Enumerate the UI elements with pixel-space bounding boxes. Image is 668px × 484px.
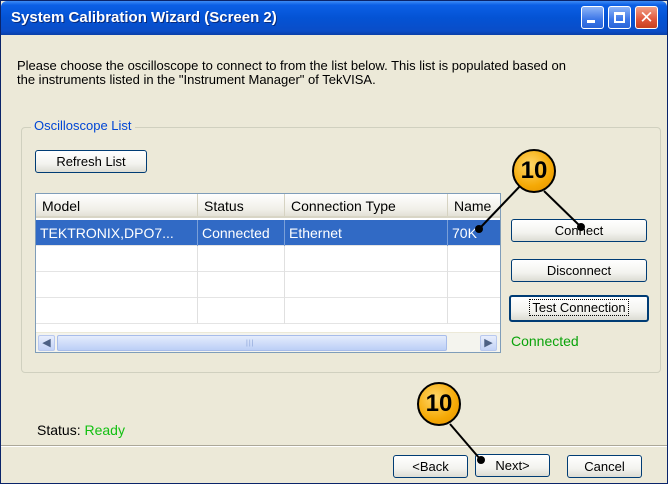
cell-status: Connected [198, 220, 285, 246]
maximize-button[interactable] [608, 6, 631, 29]
test-connection-label: Test Connection [529, 299, 629, 316]
oscilloscope-table: Model Status Connection Type Name TEKTRO… [35, 193, 501, 353]
back-button[interactable]: <Back [393, 455, 468, 478]
grip-icon: ||| [246, 340, 255, 347]
callout-badge-top: 10 [512, 149, 556, 193]
bottom-divider [1, 445, 667, 447]
table-header: Model Status Connection Type Name [36, 194, 500, 218]
empty-table-row[interactable] [36, 272, 500, 298]
cancel-button[interactable]: Cancel [567, 455, 642, 478]
connection-status-text: Connected [511, 333, 579, 349]
table-row[interactable]: TEKTRONIX,DPO7... Connected Ethernet 70K [36, 220, 500, 246]
cell-name: 70K [448, 220, 500, 246]
maximize-icon [614, 12, 625, 23]
empty-cell [198, 272, 285, 298]
group-label: Oscilloscope List [31, 118, 135, 133]
wizard-window: System Calibration Wizard (Screen 2) ✕ P… [0, 0, 668, 484]
empty-cell [448, 298, 500, 324]
empty-cell [448, 272, 500, 298]
connect-button[interactable]: Connect [511, 219, 647, 242]
column-header-model[interactable]: Model [36, 194, 198, 216]
empty-cell [448, 246, 500, 272]
status-bar: Status: Ready [37, 422, 125, 438]
empty-cell [198, 298, 285, 324]
column-header-name[interactable]: Name [448, 194, 500, 216]
disconnect-button[interactable]: Disconnect [511, 259, 647, 282]
status-label: Status: [37, 422, 81, 438]
empty-cell [198, 246, 285, 272]
test-connection-button[interactable]: Test Connection [509, 295, 649, 322]
minimize-button[interactable] [581, 6, 604, 29]
next-button[interactable]: Next> [475, 454, 550, 477]
empty-cell [285, 298, 448, 324]
refresh-list-button[interactable]: Refresh List [35, 150, 147, 173]
window-title: System Calibration Wizard (Screen 2) [11, 9, 277, 26]
close-icon: ✕ [639, 8, 654, 27]
empty-cell [36, 298, 198, 324]
empty-cell [285, 246, 448, 272]
horizontal-scrollbar[interactable]: ◀ ||| ▶ [36, 332, 500, 352]
empty-table-row[interactable] [36, 246, 500, 272]
empty-cell [36, 246, 198, 272]
column-header-status[interactable]: Status [198, 194, 285, 216]
title-bar[interactable]: System Calibration Wizard (Screen 2) ✕ [1, 1, 667, 35]
callout-badge-bottom: 10 [417, 382, 461, 426]
minimize-icon [587, 20, 595, 23]
scroll-right-icon[interactable]: ▶ [480, 335, 497, 351]
cell-connection-type: Ethernet [285, 220, 448, 246]
status-value: Ready [84, 422, 125, 438]
empty-cell [36, 272, 198, 298]
scroll-left-icon[interactable]: ◀ [38, 335, 55, 351]
empty-table-row[interactable] [36, 298, 500, 324]
close-button[interactable]: ✕ [635, 6, 658, 29]
column-header-connection-type[interactable]: Connection Type [285, 194, 448, 216]
intro-text: Please choose the oscilloscope to connec… [17, 58, 566, 87]
scrollbar-thumb[interactable]: ||| [57, 335, 447, 351]
cell-model: TEKTRONIX,DPO7... [36, 220, 198, 246]
empty-cell [285, 272, 448, 298]
